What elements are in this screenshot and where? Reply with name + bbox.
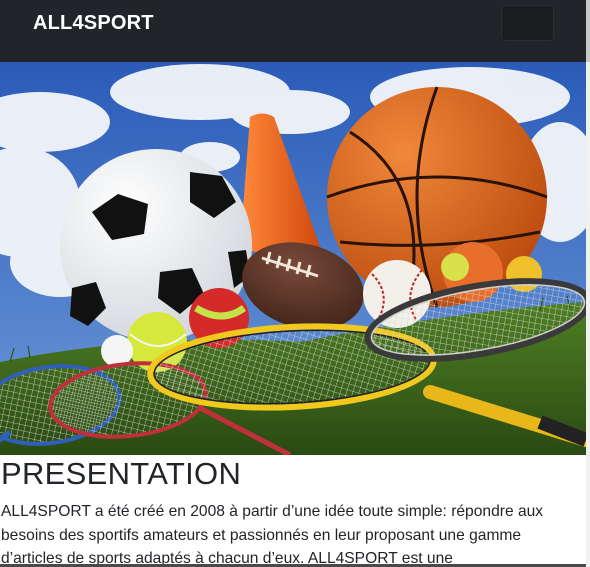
navbar: ALL4SPORT [0, 0, 586, 62]
scrollbar-thumb[interactable] [586, 0, 590, 62]
page: ALL4SPORT PRESENTATION ALL4SPORT a été c… [0, 0, 590, 567]
brand-link[interactable]: ALL4SPORT [33, 12, 154, 35]
presentation-text: ALL4SPORT a été créé en 2008 à partir d’… [1, 503, 544, 567]
scrollbar-track[interactable] [586, 0, 590, 567]
presentation-title: PRESENTATION [1, 456, 242, 491]
navbar-toggler-button[interactable] [501, 5, 554, 41]
hero-image [0, 62, 586, 455]
hero-illustration [0, 62, 586, 455]
